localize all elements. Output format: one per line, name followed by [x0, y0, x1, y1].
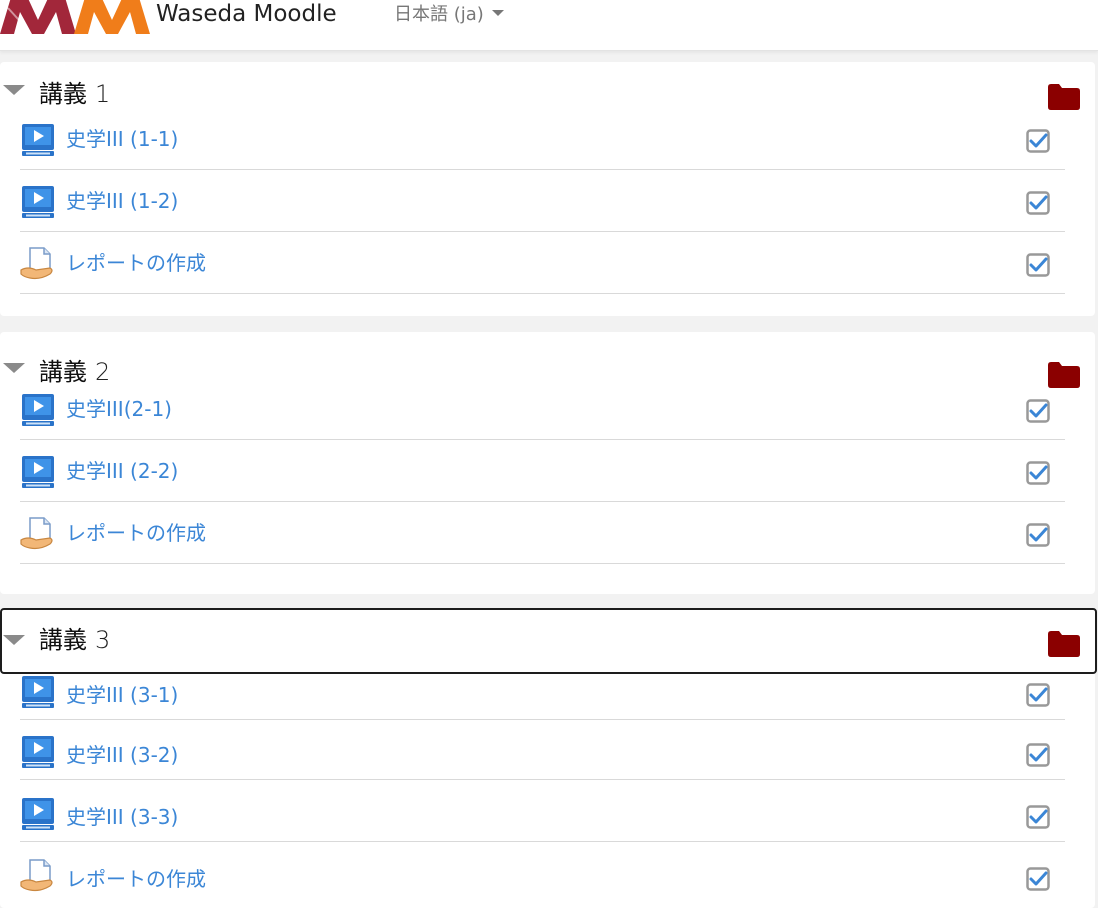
activity-link[interactable]: 史学III(2-1)	[66, 397, 172, 421]
video-icon	[22, 798, 54, 830]
video-icon	[22, 186, 54, 218]
site-name[interactable]: Waseda Moodle	[156, 0, 337, 28]
collapse-triangle-icon[interactable]	[3, 635, 25, 645]
completion-checkbox-icon[interactable]	[1026, 805, 1050, 829]
folder-icon[interactable]	[1048, 631, 1080, 657]
video-icon	[22, 124, 54, 156]
activity-row[interactable]: 史学III (2-2)	[20, 440, 1065, 502]
activity-link[interactable]: 史学III (1-2)	[66, 189, 178, 213]
activity-row[interactable]: 史学III (3-3)	[20, 780, 1065, 842]
activity-row[interactable]: レポートの作成	[20, 232, 1065, 294]
collapse-triangle-icon[interactable]	[3, 363, 25, 373]
completion-checkbox-icon[interactable]	[1026, 461, 1050, 485]
activity-row[interactable]: 史学III (1-1)	[20, 108, 1065, 170]
assignment-icon	[20, 859, 53, 892]
chevron-down-icon	[491, 10, 504, 16]
activity-row[interactable]: 史学III(2-1)	[20, 378, 1065, 440]
course-section-2: 講義 2 史学III(2-1) 史学III (2-2) レポートの作成	[0, 332, 1095, 594]
language-selector[interactable]: 日本語 (ja)	[394, 3, 504, 27]
activity-link[interactable]: 史学III (2-2)	[66, 459, 178, 483]
top-navbar: Waseda Moodle 日本語 (ja)	[0, 0, 1098, 51]
completion-checkbox-icon[interactable]	[1026, 191, 1050, 215]
collapse-triangle-icon[interactable]	[3, 85, 25, 95]
activity-link[interactable]: 史学III (3-2)	[66, 743, 178, 767]
activity-row[interactable]: 史学III (3-2)	[20, 718, 1065, 780]
activity-link[interactable]: 史学III (3-3)	[66, 805, 178, 829]
video-icon	[22, 394, 54, 426]
assignment-icon	[20, 517, 53, 550]
completion-checkbox-icon[interactable]	[1026, 253, 1050, 277]
waseda-logo-icon[interactable]	[0, 0, 150, 34]
section-title: 講義 3	[39, 626, 111, 654]
video-icon	[22, 676, 54, 708]
activity-row[interactable]: レポートの作成	[20, 842, 1065, 904]
video-icon	[22, 456, 54, 488]
completion-checkbox-icon[interactable]	[1026, 399, 1050, 423]
completion-checkbox-icon[interactable]	[1026, 523, 1050, 547]
section-title: 講義 1	[39, 80, 111, 108]
activity-link[interactable]: 史学III (1-1)	[66, 127, 178, 151]
completion-checkbox-icon[interactable]	[1026, 129, 1050, 153]
activity-link[interactable]: 史学III (3-1)	[66, 683, 178, 707]
completion-checkbox-icon[interactable]	[1026, 683, 1050, 707]
assignment-icon	[20, 247, 53, 280]
activity-link[interactable]: レポートの作成	[66, 251, 206, 275]
completion-checkbox-icon[interactable]	[1026, 743, 1050, 767]
course-section-3: 講義 3 史学III (3-1) 史学III (3-2) 史学III (3-3) …	[0, 608, 1097, 908]
activity-row[interactable]: 史学III (3-1)	[20, 658, 1065, 720]
activity-link[interactable]: レポートの作成	[66, 867, 206, 891]
activity-link[interactable]: レポートの作成	[66, 521, 206, 545]
completion-checkbox-icon[interactable]	[1026, 867, 1050, 891]
activity-row[interactable]: 史学III (1-2)	[20, 170, 1065, 232]
course-section-1: 講義 1 史学III (1-1) 史学III (1-2) レポートの作成	[0, 62, 1095, 316]
activity-row[interactable]: レポートの作成	[20, 502, 1065, 564]
language-label: 日本語 (ja)	[394, 4, 484, 25]
video-icon	[22, 736, 54, 768]
folder-icon[interactable]	[1048, 84, 1080, 110]
